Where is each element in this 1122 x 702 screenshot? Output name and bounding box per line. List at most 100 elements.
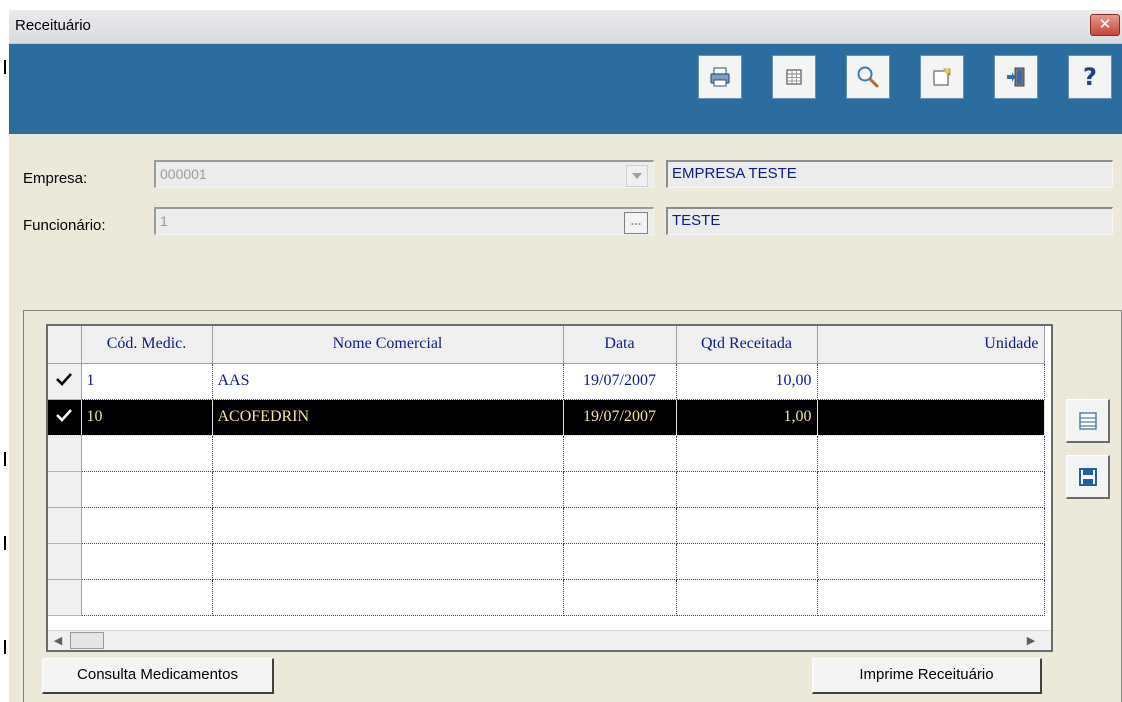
empresa-name-value: EMPRESA TESTE xyxy=(672,165,797,182)
empty-cell[interactable] xyxy=(817,543,1045,580)
cell-nome[interactable]: ACOFEDRIN xyxy=(212,399,564,436)
empty-cell[interactable] xyxy=(676,579,818,616)
left-edge xyxy=(0,0,9,702)
check-icon xyxy=(56,372,73,386)
help-icon: ? xyxy=(1083,63,1097,91)
table-row[interactable] xyxy=(48,579,1045,616)
column-header-qtd[interactable]: Qtd Receitada xyxy=(676,326,818,364)
edge-mark xyxy=(4,60,6,74)
row-indicator[interactable] xyxy=(48,471,82,508)
scroll-left-icon[interactable]: ◀ xyxy=(48,631,68,651)
search-button[interactable] xyxy=(846,55,890,99)
empty-cell[interactable] xyxy=(81,435,213,472)
close-button[interactable]: ✕ xyxy=(1090,14,1120,36)
table-row[interactable] xyxy=(48,543,1045,580)
empty-cell[interactable] xyxy=(81,543,213,580)
edge-mark xyxy=(4,452,6,466)
table-row[interactable] xyxy=(48,471,1045,508)
window-title: Receituário xyxy=(15,17,91,34)
empty-cell[interactable] xyxy=(212,543,564,580)
cell-nome[interactable]: AAS xyxy=(212,363,564,400)
save-button[interactable] xyxy=(1066,455,1110,499)
edge-mark xyxy=(4,536,6,550)
exit-button[interactable] xyxy=(994,55,1038,99)
print-icon xyxy=(710,67,730,87)
empty-cell[interactable] xyxy=(212,471,564,508)
column-header-nome[interactable]: Nome Comercial xyxy=(212,326,564,364)
empty-cell[interactable] xyxy=(563,435,677,472)
empty-cell[interactable] xyxy=(563,471,677,508)
row-indicator[interactable] xyxy=(48,399,82,436)
empty-cell[interactable] xyxy=(676,507,818,544)
column-header-unidade[interactable]: Unidade xyxy=(817,326,1045,364)
empty-cell[interactable] xyxy=(81,471,213,508)
table-row[interactable] xyxy=(48,435,1045,472)
prescription-table: Cód. Medic. Nome Comercial Data Qtd Rece… xyxy=(48,326,1045,616)
list-icon xyxy=(1078,411,1097,430)
row-indicator[interactable] xyxy=(48,579,82,616)
empty-cell[interactable] xyxy=(563,507,677,544)
funcionario-name-value: TESTE xyxy=(672,212,721,229)
row-indicator[interactable] xyxy=(48,543,82,580)
empty-cell[interactable] xyxy=(676,471,818,508)
table-row[interactable]: 1 AAS 19/07/2007 10,00 xyxy=(48,363,1045,400)
empty-cell[interactable] xyxy=(817,435,1045,472)
cell-qtd[interactable]: 1,00 xyxy=(676,399,818,436)
empresa-dropdown-button[interactable] xyxy=(626,165,648,187)
empty-cell[interactable] xyxy=(81,579,213,616)
help-button[interactable]: ? xyxy=(1068,55,1112,99)
row-indicator[interactable] xyxy=(48,507,82,544)
save-icon xyxy=(1078,467,1097,486)
detail-list-button[interactable] xyxy=(1066,399,1110,443)
column-header-cod[interactable]: Cód. Medic. xyxy=(81,326,213,364)
empresa-code-value: 000001 xyxy=(160,166,207,182)
funcionario-code-value: 1 xyxy=(160,213,168,229)
empty-cell[interactable] xyxy=(563,543,677,580)
cell-cod[interactable]: 1 xyxy=(81,363,213,400)
horizontal-scrollbar[interactable]: ◀ ▶ xyxy=(48,630,1051,650)
empty-cell[interactable] xyxy=(212,507,564,544)
empty-cell[interactable] xyxy=(212,435,564,472)
grid-header-row: Cód. Medic. Nome Comercial Data Qtd Rece… xyxy=(48,326,1045,364)
indicator-header xyxy=(48,326,82,364)
empty-cell[interactable] xyxy=(817,579,1045,616)
empty-cell[interactable] xyxy=(817,471,1045,508)
prescription-grid[interactable]: Cód. Medic. Nome Comercial Data Qtd Rece… xyxy=(46,324,1053,652)
scroll-thumb[interactable] xyxy=(70,632,104,649)
chevron-down-icon xyxy=(632,173,642,179)
empty-cell[interactable] xyxy=(563,579,677,616)
table-row[interactable] xyxy=(48,507,1045,544)
row-indicator[interactable] xyxy=(48,435,82,472)
exit-door-icon xyxy=(1007,67,1025,87)
cell-qtd[interactable]: 10,00 xyxy=(676,363,818,400)
empty-cell[interactable] xyxy=(817,507,1045,544)
receituario-window: Receituário ✕ ? Empresa: 000001 EMPRESA … xyxy=(9,10,1122,702)
funcionario-name-field[interactable]: TESTE xyxy=(666,207,1113,235)
check-icon xyxy=(56,408,73,422)
grid-button[interactable] xyxy=(772,55,816,99)
consulta-medicamentos-button[interactable]: Consulta Medicamentos xyxy=(42,658,274,694)
empresa-name-field[interactable]: EMPRESA TESTE xyxy=(666,160,1113,188)
imprime-receituario-button[interactable]: Imprime Receituário xyxy=(812,658,1042,694)
empresa-label: Empresa: xyxy=(23,170,88,187)
cell-unidade[interactable] xyxy=(817,399,1045,436)
title-bar: Receituário ✕ xyxy=(9,10,1122,44)
edit-note-button[interactable] xyxy=(920,55,964,99)
empty-cell[interactable] xyxy=(81,507,213,544)
scroll-right-icon[interactable]: ▶ xyxy=(1021,631,1041,651)
funcionario-lookup-button[interactable]: ... xyxy=(624,212,648,234)
edit-note-icon xyxy=(933,68,951,86)
table-row[interactable]: 10 ACOFEDRIN 19/07/2007 1,00 xyxy=(48,399,1045,436)
cell-data[interactable]: 19/07/2007 xyxy=(563,363,677,400)
cell-cod[interactable]: 10 xyxy=(81,399,213,436)
empty-cell[interactable] xyxy=(676,543,818,580)
row-indicator[interactable] xyxy=(48,363,82,400)
empresa-combo[interactable]: 000001 xyxy=(154,160,654,188)
column-header-data[interactable]: Data xyxy=(563,326,677,364)
empty-cell[interactable] xyxy=(212,579,564,616)
print-button[interactable] xyxy=(698,55,742,99)
empty-cell[interactable] xyxy=(676,435,818,472)
funcionario-code-field[interactable]: 1 ... xyxy=(154,207,654,235)
cell-unidade[interactable] xyxy=(817,363,1045,400)
cell-data[interactable]: 19/07/2007 xyxy=(563,399,677,436)
